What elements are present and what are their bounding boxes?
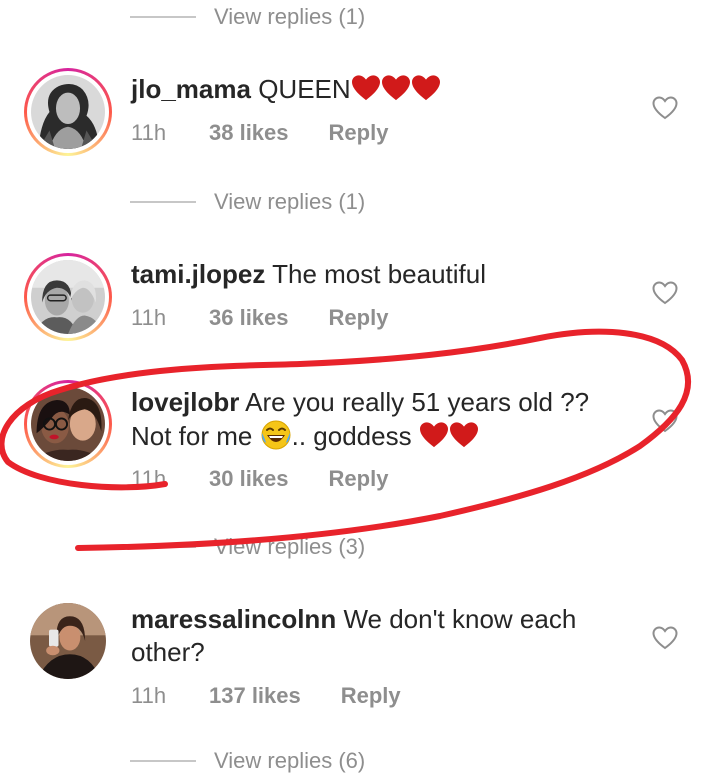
red-heart-emoji xyxy=(449,422,478,448)
heart-outline-icon[interactable] xyxy=(652,96,678,120)
comment-timestamp: 11h xyxy=(131,466,167,491)
avatar-story-ring[interactable] xyxy=(24,380,112,468)
replies-divider xyxy=(130,546,196,548)
avatar-frame[interactable] xyxy=(24,597,112,685)
replies-divider xyxy=(130,201,196,203)
heart-outline-icon[interactable] xyxy=(652,626,678,650)
comment-text: jlo_mama QUEEN xyxy=(131,73,631,106)
comment-meta: 11h 30 likes Reply xyxy=(131,466,388,492)
view-replies-link[interactable]: View replies (3) xyxy=(130,532,365,562)
comment-likes-count[interactable]: 36 likes xyxy=(209,305,289,331)
comment-username[interactable]: jlo_mama xyxy=(131,74,251,104)
view-replies-label: View replies (1) xyxy=(214,4,366,29)
comment-meta: 11h 137 likes Reply xyxy=(131,683,401,709)
comment-message-line2: other? xyxy=(131,637,205,667)
view-replies-label: View replies (6) xyxy=(214,748,366,773)
reply-button[interactable]: Reply xyxy=(341,683,401,709)
reply-button[interactable]: Reply xyxy=(329,466,389,492)
heart-outline-icon[interactable] xyxy=(652,409,678,433)
comment-username[interactable]: maressalincolnn xyxy=(131,604,336,634)
red-heart-emoji xyxy=(381,75,410,101)
comment-message: The most beautiful xyxy=(272,259,487,289)
comment-username[interactable]: lovejlobr xyxy=(131,387,239,417)
comment-username[interactable]: tami.jlopez xyxy=(131,259,265,289)
red-heart-emoji xyxy=(419,422,448,448)
laughing-emoji xyxy=(261,420,291,450)
comment-likes-count[interactable]: 137 likes xyxy=(209,683,301,709)
view-replies-link-top[interactable]: View replies (1) xyxy=(130,2,365,32)
comment-message: QUEEN xyxy=(258,74,351,104)
comment-timestamp: 11h xyxy=(131,305,167,330)
avatar xyxy=(31,75,105,149)
avatar xyxy=(31,387,105,461)
heart-outline-icon[interactable] xyxy=(652,281,678,305)
view-replies-link[interactable]: View replies (1) xyxy=(130,187,365,217)
replies-divider xyxy=(130,16,196,18)
comment-message-line1: Are you really 51 years old ?? xyxy=(245,387,590,417)
avatar xyxy=(31,260,105,334)
red-heart-emoji xyxy=(411,75,440,101)
comment-text: tami.jlopez The most beautiful xyxy=(131,258,631,291)
comment-timestamp: 11h xyxy=(131,120,167,145)
comment-likes-count[interactable]: 38 likes xyxy=(209,120,289,146)
view-replies-link-bottom[interactable]: View replies (6) xyxy=(130,746,365,776)
avatar-story-ring[interactable] xyxy=(24,253,112,341)
red-heart-emoji xyxy=(351,75,380,101)
view-replies-label: View replies (3) xyxy=(214,534,366,559)
comment-text: lovejlobr Are you really 51 years old ??… xyxy=(131,386,631,453)
comment-meta: 11h 38 likes Reply xyxy=(131,120,388,146)
avatar-story-ring[interactable] xyxy=(24,68,112,156)
comment-message-line1: We don't know each xyxy=(343,604,577,634)
reply-button[interactable]: Reply xyxy=(329,305,389,331)
reply-button[interactable]: Reply xyxy=(329,120,389,146)
comment-likes-count[interactable]: 30 likes xyxy=(209,466,289,492)
comment-message-line2-end: .. goddess xyxy=(291,421,412,451)
comment-text: maressalincolnn We don't know each other… xyxy=(131,603,631,669)
avatar xyxy=(30,603,106,679)
comment-timestamp: 11h xyxy=(131,683,167,708)
comment-meta: 11h 36 likes Reply xyxy=(131,305,388,331)
view-replies-label: View replies (1) xyxy=(214,189,366,214)
comment-message-line2: Not for me xyxy=(131,421,253,451)
